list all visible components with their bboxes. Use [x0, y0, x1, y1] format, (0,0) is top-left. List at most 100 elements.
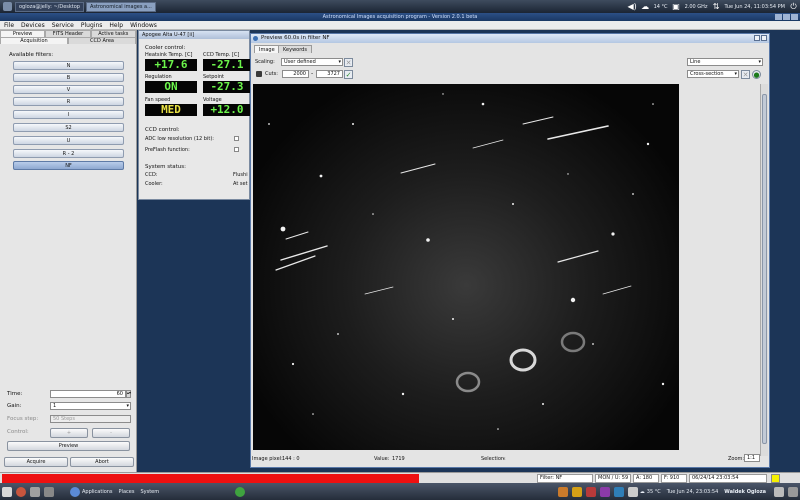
zoom-select[interactable]: 1:1 [744, 454, 760, 462]
show-desktop-icon[interactable] [3, 2, 12, 11]
browser-icon[interactable] [16, 486, 26, 497]
cross-section-select[interactable]: Cross-section ▾ [687, 70, 739, 78]
tab-ccd-area[interactable]: CCD Area [68, 37, 136, 44]
ccd-image-canvas[interactable] [253, 84, 679, 450]
minimize-icon[interactable] [775, 14, 782, 20]
mount-status: MON / U: 59 [595, 474, 631, 483]
menu-file[interactable]: File [4, 22, 14, 29]
time-field[interactable]: 60 [50, 390, 126, 398]
settings-icon[interactable] [44, 486, 54, 497]
lock-icon [256, 71, 262, 77]
star [632, 193, 634, 195]
scaling-reset-icon[interactable]: ✕ [344, 58, 353, 67]
files-icon[interactable] [30, 486, 40, 497]
cuts-separator: - [311, 70, 314, 77]
star [452, 318, 454, 320]
workspace-switcher-icon[interactable] [774, 486, 784, 497]
cut-low-field[interactable]: 2000 [282, 70, 309, 78]
tab-image[interactable]: Image [254, 45, 280, 53]
star-trail [275, 255, 316, 271]
tab-preview[interactable]: Preview [0, 30, 46, 37]
taskbar-astro-app[interactable]: Astronomical images a... [85, 1, 156, 12]
filter-button-b[interactable]: B [13, 73, 124, 82]
tab-active-tasks[interactable]: Active tasks [90, 30, 136, 37]
filter-button-s2[interactable]: S2 [13, 123, 124, 132]
tray-app-icon[interactable] [613, 486, 624, 497]
audio-icon[interactable]: ◀) [627, 2, 636, 11]
tab-keywords[interactable]: Keywords [278, 45, 312, 53]
applications-menu[interactable]: Applications [82, 489, 113, 495]
close-icon[interactable] [791, 14, 798, 20]
weather-icon[interactable]: ☁ [641, 2, 650, 11]
adc-checkbox[interactable] [234, 136, 239, 141]
tray-app-icon[interactable] [599, 486, 610, 497]
star [512, 203, 514, 205]
temp-readout: 14 °C [653, 3, 668, 10]
menu-help[interactable]: Help [109, 22, 123, 29]
regulation-display[interactable]: ON [145, 81, 197, 93]
fan-speed-display[interactable]: MED [145, 104, 197, 116]
filter-button-u[interactable]: U [13, 136, 124, 145]
cpu-icon: ▣ [672, 2, 680, 11]
tray-app-icon[interactable] [571, 486, 582, 497]
filter-button-n[interactable]: N [13, 61, 124, 70]
ring-nebula-group [455, 331, 586, 393]
star [661, 382, 665, 386]
minimize-icon[interactable] [754, 35, 760, 41]
scroll-thumb[interactable] [762, 94, 767, 444]
filter-button-nf[interactable]: NF [13, 161, 124, 170]
refresh-icon[interactable]: ● [752, 70, 761, 79]
cooler-status-value: At set [233, 181, 248, 187]
tray-app-icon[interactable] [557, 486, 568, 497]
focus-step-select[interactable]: 50 Steps [50, 415, 131, 423]
star-trail [602, 285, 632, 295]
ring-nebula [509, 348, 537, 372]
taskbar-terminal[interactable]: ogloza@jelly: ~/Desktop [15, 1, 84, 12]
gain-value: 1 [53, 403, 57, 409]
time-spinner[interactable]: ▴▾ [126, 390, 131, 398]
workspace-switcher-icon[interactable] [788, 486, 798, 497]
maximize-icon[interactable] [783, 14, 790, 20]
preview-title-bar: Preview 60.0s in filter NF [251, 34, 769, 43]
line-select[interactable]: Line ▾ [687, 58, 763, 66]
filter-button-r[interactable]: R [13, 97, 124, 106]
cut-high-field[interactable]: 3727 [316, 70, 343, 78]
filter-button-i[interactable]: I [13, 110, 124, 119]
menu-devices[interactable]: Devices [21, 22, 45, 29]
user-name[interactable]: Waldek Ogloza [724, 489, 766, 495]
tray-app-icon[interactable] [627, 486, 638, 497]
places-menu[interactable]: Places [119, 489, 135, 495]
acquire-button[interactable]: Acquire [4, 457, 68, 467]
maximize-icon[interactable] [761, 35, 767, 41]
clear-icon[interactable]: ✕ [741, 70, 750, 79]
abort-button[interactable]: Abort [70, 457, 134, 467]
runner-icon[interactable] [235, 486, 246, 497]
system-menu[interactable]: System [140, 489, 159, 495]
image-vertical-scrollbar[interactable] [760, 84, 768, 456]
line-select-value: Line [690, 59, 701, 65]
apply-check-icon[interactable]: ✓ [344, 70, 353, 79]
focus-plus-button[interactable]: + [50, 428, 88, 438]
scaling-select[interactable]: User defined ▾ [281, 58, 343, 66]
filter-button-v[interactable]: V [13, 85, 124, 94]
focus-minus-button[interactable]: - [92, 428, 130, 438]
preflash-checkbox[interactable] [234, 147, 239, 152]
gain-select[interactable]: 1 ▾ [50, 402, 131, 410]
star [570, 297, 576, 303]
preview-button[interactable]: Preview [7, 441, 130, 451]
menu-service[interactable]: Service [52, 22, 74, 29]
bottom-clock[interactable]: Tue Jun 24, 23:03:54 [667, 489, 719, 495]
network-icon[interactable]: ⇅ [712, 2, 721, 11]
top-clock[interactable]: Tue Jun 24, 11:03:54 PM [725, 4, 785, 10]
hide-windows-icon[interactable] [2, 486, 12, 497]
menu-windows[interactable]: Windows [130, 22, 157, 29]
menu-plugins[interactable]: Plugins [81, 22, 103, 29]
tab-acquisition[interactable]: Acquisition [0, 37, 68, 44]
cooler-control-label: Cooler control: [145, 45, 186, 51]
star [542, 403, 544, 405]
filter-button-r2[interactable]: R - 2 [13, 149, 124, 158]
setpoint-display[interactable]: -27.3 [203, 81, 251, 93]
tab-fits-header[interactable]: FITS Header [45, 30, 91, 37]
power-icon[interactable]: ⏻ [789, 2, 798, 11]
tray-app-icon[interactable] [585, 486, 596, 497]
